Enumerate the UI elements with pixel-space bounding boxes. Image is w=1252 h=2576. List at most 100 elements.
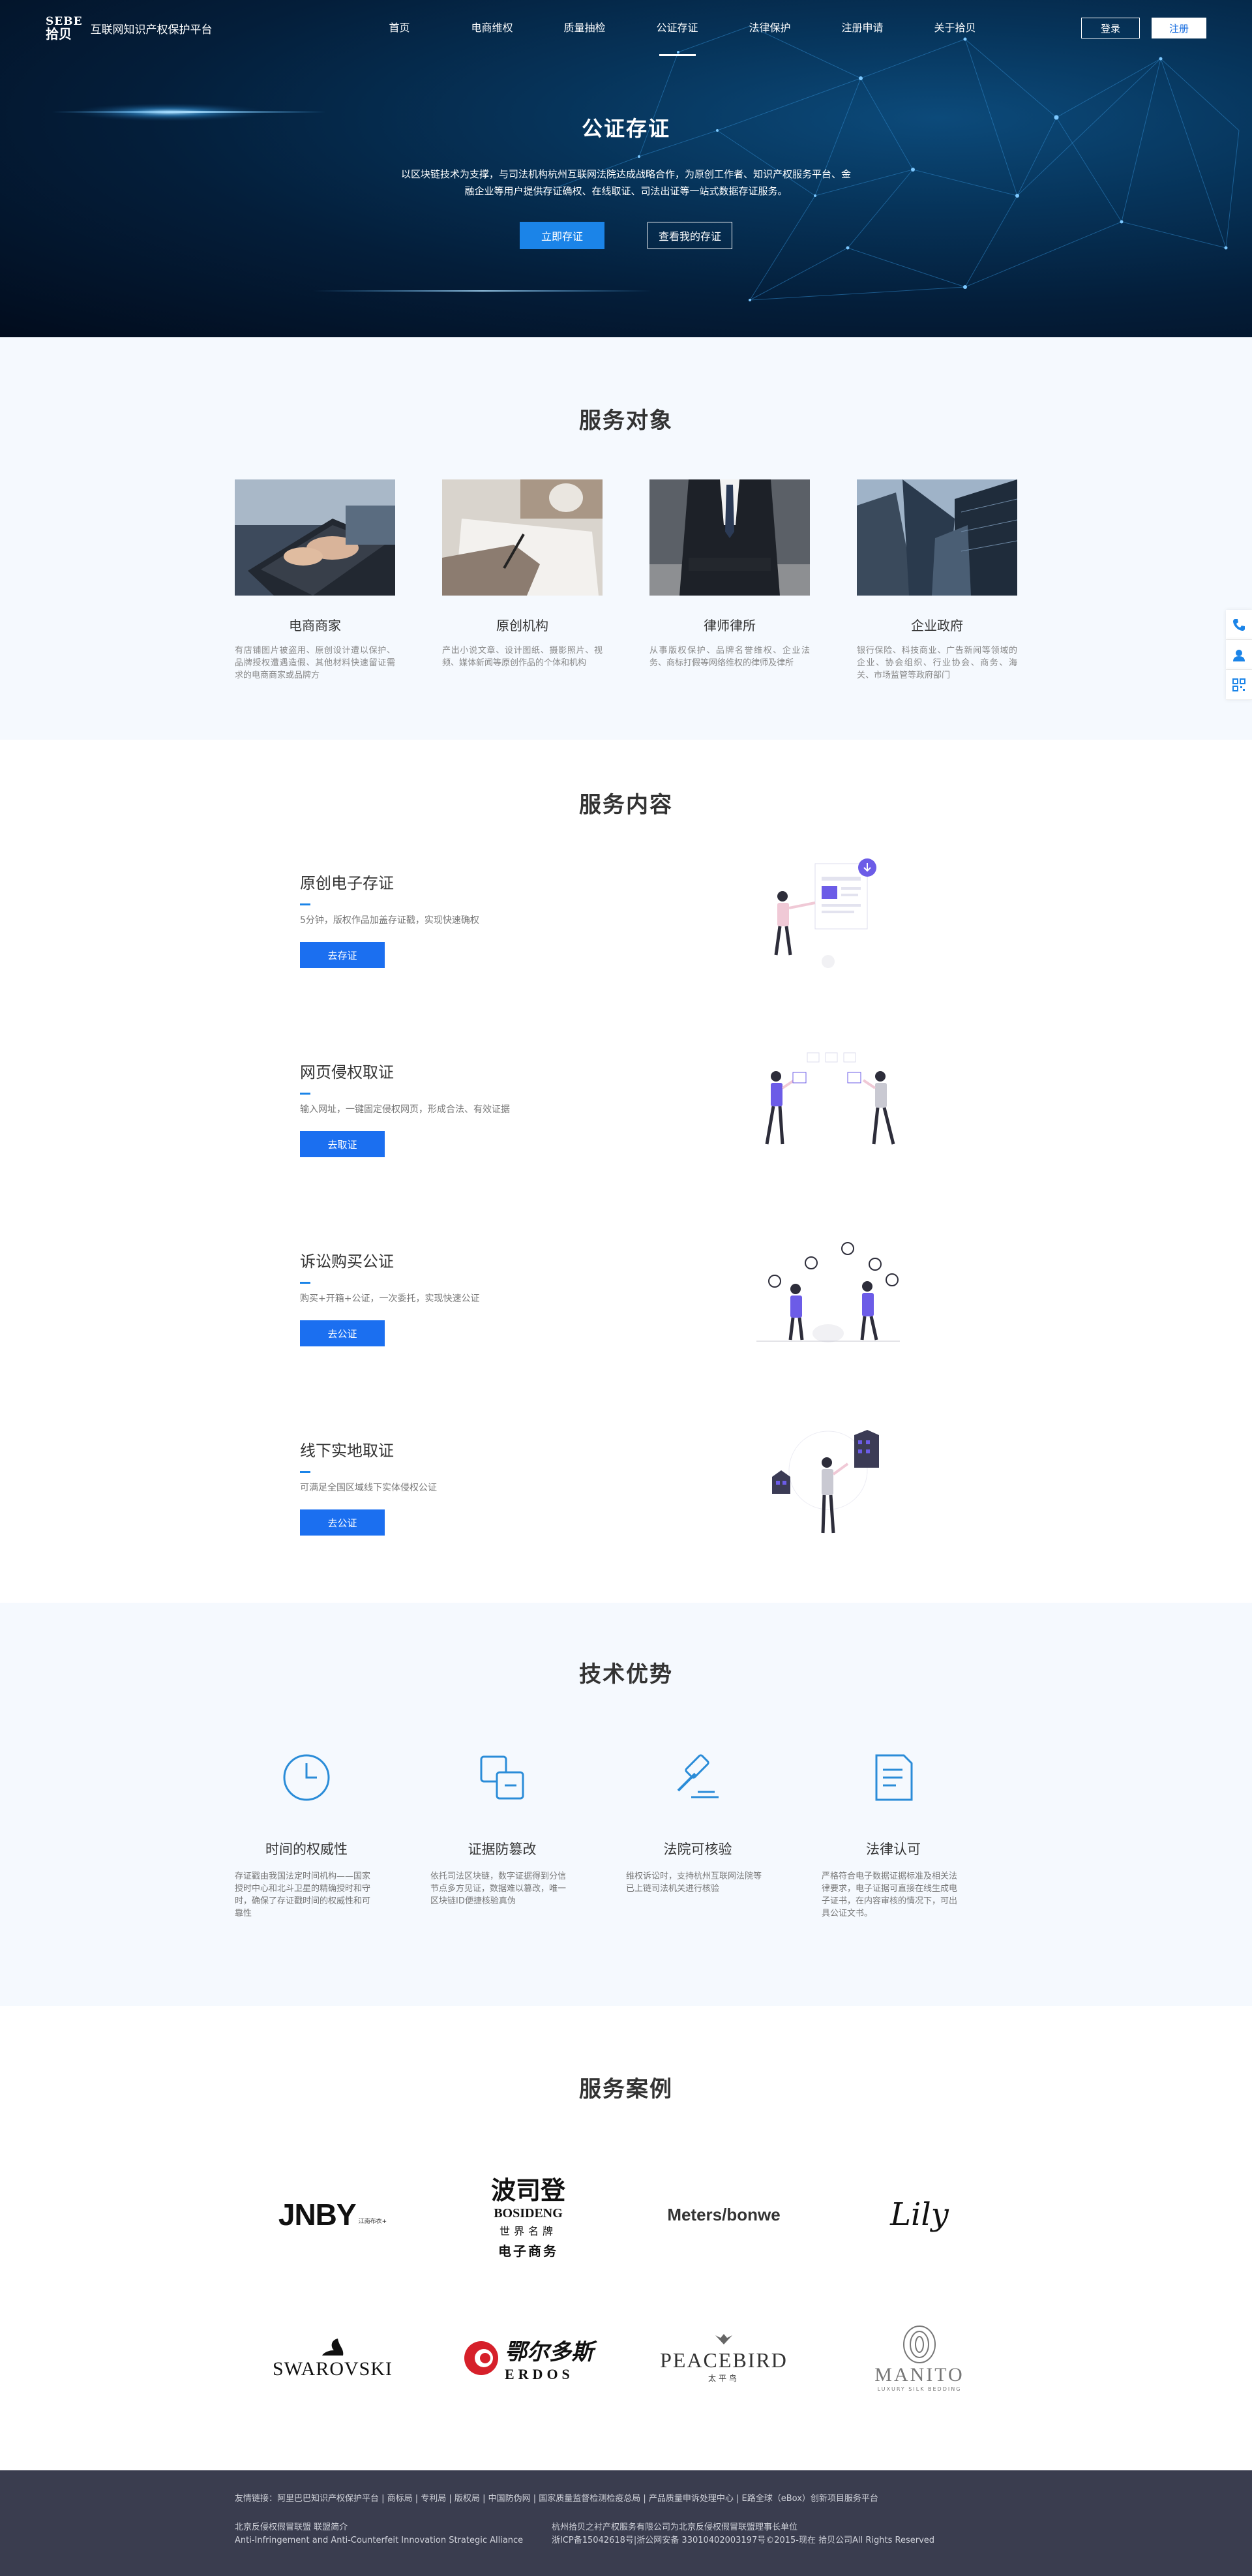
hero-actions: 立即存证 查看我的存证 [0,222,1252,249]
erdos-cn: 鄂尔多斯 [505,2339,593,2365]
phone-icon [1233,618,1245,631]
object-card[interactable]: 企业政府 银行保险、科技商业、广告新闻等领域的企业、协会组织、行业协会、商务、海… [857,479,1017,682]
floating-side-tools [1226,610,1252,700]
client-logo-jnby[interactable]: JNBY 江南布衣+ [235,2143,430,2286]
nav-notary-evidence[interactable]: 公证存证 [631,0,724,56]
service-item: 线下实地取证 可满足全国区域线下实体侵权公证 去公证 [300,1425,952,1555]
nav-quality-inspection[interactable]: 质量抽检 [539,0,631,56]
advantage-description: 维权诉讼时，支持杭州互联网法院等已上链司法机关进行核验 [626,1871,762,1894]
manito-emblem-icon [903,2325,936,2363]
qrcode-button[interactable] [1226,670,1252,700]
service-item: 网页侵权取证 输入网址，一键固定侵权网页，形成合法、有效证据 去取证 [300,1046,952,1177]
object-description: 从事版权保护、品牌名誉维权、企业法务、商标打假等网络维权的律师及律所 [649,646,810,668]
advantage-list: 时间的权威性 存证戳由我国法定时间机构——国家授时中心和北斗卫星的精确授时和守时… [235,1751,965,1920]
platform-title: 互联网知识产权保护平台 [90,23,213,37]
erdos-en: ERDOS [505,2365,574,2382]
go-onsite-notary-button[interactable]: 去公证 [300,1509,385,1536]
skyscrapers-photo [857,479,1017,596]
document-icon [875,1754,913,1801]
section-title: 技术优势 [579,1661,673,1688]
object-cards: 电商商家 有店铺图片被盗用、原创设计遭以保护、品牌授权遭遇造假、其他材料快速留证… [235,479,1017,682]
peacebird-sub: 太平鸟 [708,2374,739,2383]
jnby-wordmark: JNBY [278,2198,357,2232]
client-logo-manito[interactable]: MANITO LUXURY SILK BEDDING [822,2286,1017,2430]
nav-registration[interactable]: 注册申请 [816,0,909,56]
client-logo-peacebird[interactable]: PEACEBIRD 太平鸟 [626,2286,822,2430]
view-my-evidence-button[interactable]: 查看我的存证 [648,222,732,249]
auth-buttons: 登录 注册 [1081,18,1206,38]
service-cases-section: 服务案例 JNBY 江南布衣+ 波司登 BOSIDENG 世界名牌 电子商务 M… [0,2006,1252,2470]
logo-chinese: 拾贝 [46,25,72,42]
site-logo[interactable]: SEBE 拾贝 互联网知识产权保护平台 [46,16,213,40]
object-card[interactable]: 律师律所 从事版权保护、品牌名誉维权、企业法务、商标打假等网络维权的律师及律所 [649,479,810,682]
go-evidence-button[interactable]: 去存证 [300,942,385,968]
client-logo-grid: JNBY 江南布衣+ 波司登 BOSIDENG 世界名牌 电子商务 Meters… [235,2143,1017,2430]
purchase-notary-illustration [756,1242,900,1342]
advantage-name: 时间的权威性 [265,1841,348,1857]
client-logo-erdos[interactable]: 鄂尔多斯 ERDOS [430,2286,626,2430]
onsite-evidence-illustration [772,1430,879,1534]
businessman-suit-photo [649,479,810,596]
main-nav: 首页 电商维权 质量抽检 公证存证 法律保护 注册申请 关于拾贝 [353,0,1002,56]
advantage-name: 证据防篡改 [468,1841,537,1857]
login-button[interactable]: 登录 [1081,18,1140,38]
hero-description: 以区块链技术为支撑，与司法机构杭州互联网法院达成战略合作，为原创工作者、知识产权… [400,168,851,197]
object-name: 电商商家 [289,618,341,633]
friendly-links[interactable]: 友情链接：阿里巴巴知识产权保护平台 | 商标局 | 专利局 | 版权局 | 中国… [235,2491,878,2504]
footer-alliance-info: 北京反侵权假冒联盟 联盟简介 Anti-Infringement and Ant… [235,2521,523,2547]
advantage-name: 法律认可 [866,1841,921,1857]
nav-about[interactable]: 关于拾贝 [909,0,1002,56]
section-title: 服务内容 [579,792,673,818]
service-content-section: 服务内容 原创电子存证 5分钟，版权作品加盖存证戳，实现快速确权 去存证 网页侵… [0,740,1252,1603]
swarovski-wordmark: SWAROVSKI [272,2358,393,2380]
client-logo-bosideng[interactable]: 波司登 BOSIDENG 世界名牌 电子商务 [430,2143,626,2286]
customer-service-icon [1233,649,1245,661]
object-description: 有店铺图片被盗用、原创设计遭以保护、品牌授权遭遇造假、其他材料快速留证需求的电商… [235,646,395,680]
customer-service-button[interactable] [1226,640,1252,670]
object-name: 律师律所 [704,618,756,633]
advantage-item: 证据防篡改 依托司法区块链，数字证据得到分信节点多方见证，数据难以篡改，唯一区块… [430,1751,574,1920]
advantage-description: 严格符合电子数据证据标准及相关法律要求，电子证据可直接在线生成电子证书，在内容审… [822,1871,958,1918]
bird-icon [715,2334,732,2344]
erdos-text: 鄂尔多斯 ERDOS [505,2334,593,2383]
client-logo-swarovski[interactable]: SWAROVSKI [235,2286,430,2430]
go-capture-button[interactable]: 去取证 [300,1131,385,1157]
hero-title: 公证存证 [581,116,670,141]
alliance-english: Anti-Infringement and Anti-Counterfeit I… [235,2536,524,2545]
client-logo-lily[interactable]: Lily [822,2143,1017,2286]
evidence-illustration [774,858,876,968]
service-item: 诉讼购买公证 购买+开箱+公证，一次委托，实现快速公证 去公证 [300,1235,952,1366]
advantage-item: 法院可核验 维权诉讼时，支持杭州互联网法院等已上链司法机关进行核验 [626,1751,769,1920]
register-button[interactable]: 注册 [1152,18,1206,38]
bosideng-en: BOSIDENG [494,2205,563,2220]
advantage-name: 法院可核验 [663,1841,732,1857]
bosideng-extra: 电子商务 [498,2243,558,2259]
peacebird-wordmark: PEACEBIRD [660,2348,788,2372]
nav-ecommerce-rights[interactable]: 电商维权 [446,0,539,56]
phone-button[interactable] [1226,610,1252,640]
alliance-line[interactable]: 北京反侵权假冒联盟 联盟简介 [235,2521,523,2534]
hand-writing-photo [442,479,603,596]
object-card[interactable]: 原创机构 产出小说文章、设计图纸、摄影照片、视频、媒体新闻等原创作品的个体和机构 [442,479,603,682]
bosideng-cn: 波司登 [490,2175,565,2205]
start-evidence-button[interactable]: 立即存证 [520,222,604,249]
advantage-item: 时间的权威性 存证戳由我国法定时间机构——国家授时中心和北斗卫星的精确授时和守时… [235,1751,378,1920]
tech-advantages-section: 技术优势 时间的权威性 存证戳由我国法定时间机构——国家授时中心和北斗卫星的精确… [0,1603,1252,2006]
web-capture-illustration [765,1052,895,1145]
section-title: 服务对象 [579,408,673,434]
swan-icon [322,2339,344,2356]
advantage-item: 法律认可 严格符合电子数据证据标准及相关法律要求，电子证据可直接在线生成电子证书… [822,1751,965,1920]
erdos-emblem-icon [464,2341,498,2375]
client-logo-metersbonwe[interactable]: Meters/bonwe [626,2143,822,2286]
clock-icon [283,1754,330,1801]
nav-home[interactable]: 首页 [353,0,446,56]
advantage-description: 存证戳由我国法定时间机构——国家授时中心和北斗卫星的精确授时和守时，确保了存证戳… [235,1871,371,1918]
service-objects-section: 服务对象 电商商家 有店铺图片被盗用、原创设计遭以保护、品牌授权遭遇造假、其他材… [0,337,1252,740]
nav-legal-protection[interactable]: 法律保护 [724,0,816,56]
object-card[interactable]: 电商商家 有店铺图片被盗用、原创设计遭以保护、品牌授权遭遇造假、其他材料快速留证… [235,479,395,682]
go-notary-button[interactable]: 去公证 [300,1320,385,1346]
logo-mark: SEBE 拾贝 [46,16,83,40]
footer-company-info: 杭州拾贝之衬产权服务有限公司为北京反侵权假冒联盟理事长单位 浙ICP备15042… [552,2521,934,2547]
qrcode-icon [1232,678,1245,691]
top-navigation-bar: SEBE 拾贝 互联网知识产权保护平台 首页 电商维权 质量抽检 公证存证 法律… [0,0,1252,56]
